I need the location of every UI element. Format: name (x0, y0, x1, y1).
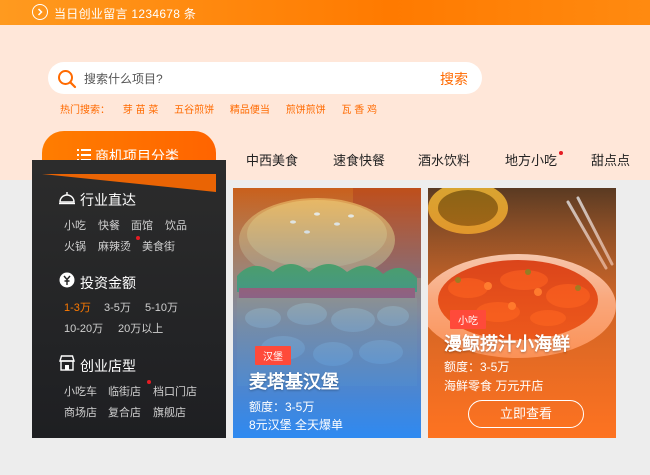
link-meishijie[interactable]: 美食街 (142, 238, 175, 254)
hot-search-item[interactable]: 五谷煎饼 (174, 105, 214, 116)
hot-search-item[interactable]: 瓦 香 鸡 (341, 105, 377, 116)
search-input[interactable]: 搜索什么项目? (84, 70, 163, 87)
section-title-industry: 行业直达 (80, 192, 136, 208)
section-title-shop-type: 创业店型 (80, 358, 136, 374)
link-dangkou[interactable]: 档口门店 (153, 383, 197, 399)
arrow-right-circle-icon (32, 4, 48, 20)
project-card-burger[interactable]: 汉堡 麦塔基汉堡 额度：3-5万 8元汉堡 全天爆单 (233, 188, 421, 438)
search-bar: 搜索什么项目? 搜索 (48, 62, 482, 94)
card-slogan: 8元汉堡 全天爆单 (249, 418, 344, 432)
hot-search-label: 热门搜索： (60, 105, 110, 116)
card-tag: 汉堡 (255, 346, 291, 365)
link-huoguo[interactable]: 火锅 (64, 238, 86, 254)
restaurant-icon (58, 188, 76, 211)
link-shangchang[interactable]: 商场店 (64, 404, 97, 420)
new-dot (136, 236, 140, 240)
link-10-20w[interactable]: 10-20万 (64, 320, 103, 336)
notice-text: 当日创业留言 1234678 条 (54, 7, 197, 21)
nav-item-desserts[interactable]: 甜点点 (591, 150, 630, 169)
hot-search-item[interactable]: 精品便当 (230, 105, 270, 116)
section-title-investment: 投资金额 (80, 275, 136, 291)
nav-item-western-food[interactable]: 中西美食 (246, 150, 298, 169)
link-fuhe[interactable]: 复合店 (108, 404, 141, 420)
link-linjiedian[interactable]: 临街店 (108, 383, 141, 399)
card-title: 漫鲸捞汁小海鲜 (444, 334, 570, 354)
hot-search-item[interactable]: 煎饼煎饼 (286, 105, 326, 116)
new-dot (559, 151, 563, 155)
link-qijian[interactable]: 旗舰店 (153, 404, 186, 420)
link-malatang[interactable]: 麻辣烫 (98, 238, 131, 254)
nav-item-drinks[interactable]: 酒水饮料 (418, 150, 470, 169)
link-5-10w[interactable]: 5-10万 (145, 299, 178, 315)
card-slogan: 海鲜零食 万元开店 (444, 379, 544, 393)
project-card-seafood[interactable]: 小吃 漫鲸捞汁小海鲜 额度：3-5万 海鲜零食 万元开店 立即查看 (428, 188, 616, 438)
card-investment: 额度：3-5万 (249, 400, 315, 414)
link-mianguan[interactable]: 面馆 (131, 217, 153, 233)
card-title: 麦塔基汉堡 (249, 372, 339, 392)
nav-item-fast-food[interactable]: 速食快餐 (333, 150, 385, 169)
nav-item-snacks[interactable]: 地方小吃 (505, 150, 557, 169)
shop-icon (58, 354, 76, 377)
link-1-3w[interactable]: 1-3万 (64, 299, 91, 315)
view-now-button[interactable]: 立即查看 (468, 400, 584, 428)
search-button[interactable]: 搜索 (440, 69, 468, 89)
card-tag: 小吃 (450, 310, 486, 329)
top-notice-bar: 当日创业留言 1234678 条 (0, 0, 650, 25)
link-3-5w[interactable]: 3-5万 (104, 299, 131, 315)
money-icon (58, 271, 76, 294)
hot-search-item[interactable]: 芽 苗 菜 (123, 105, 159, 116)
link-yinpin[interactable]: 饮品 (165, 217, 187, 233)
link-xiaochi[interactable]: 小吃 (64, 217, 86, 233)
link-20w-plus[interactable]: 20万以上 (118, 320, 163, 336)
search-icon (57, 69, 77, 94)
card-investment: 额度：3-5万 (444, 360, 510, 374)
link-kuaican[interactable]: 快餐 (98, 217, 120, 233)
hot-searches: 热门搜索： 芽 苗 菜 五谷煎饼 精品便当 煎饼煎饼 瓦 香 鸡 (60, 101, 390, 116)
new-dot (147, 380, 151, 384)
link-xiaochiche[interactable]: 小吃车 (64, 383, 97, 399)
